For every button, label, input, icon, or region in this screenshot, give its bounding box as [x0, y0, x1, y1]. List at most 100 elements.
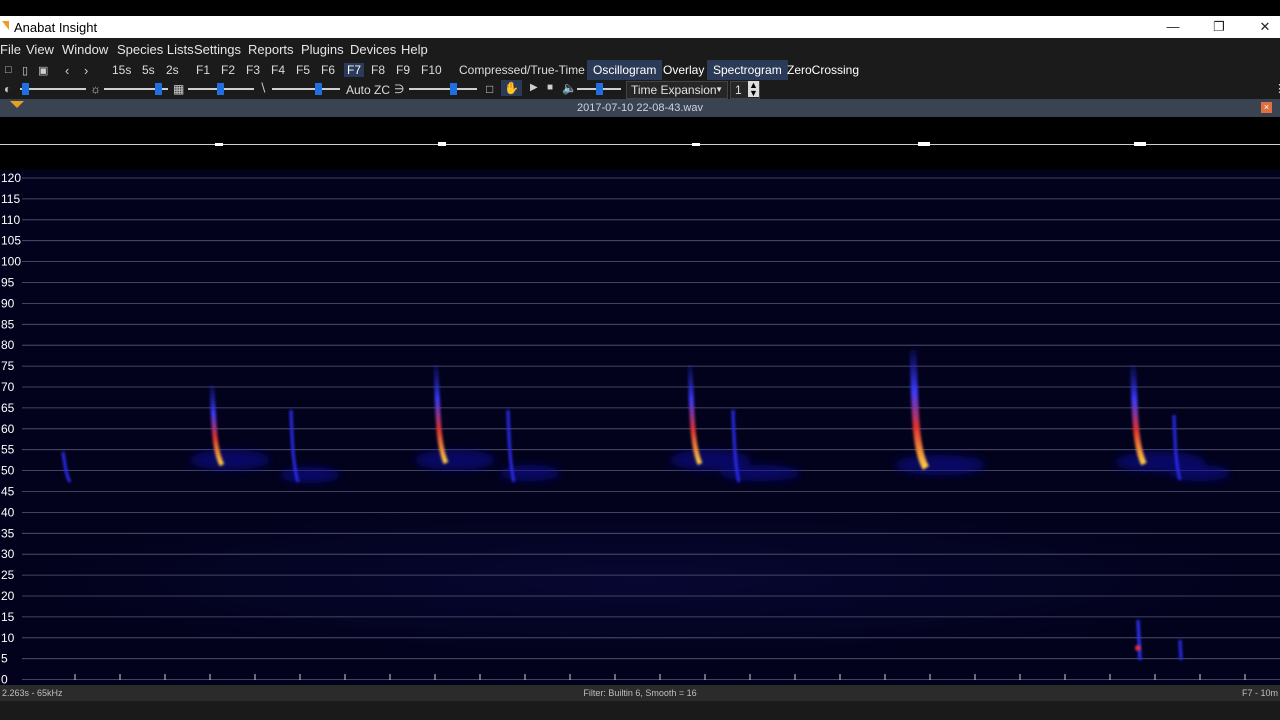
- slider-knob[interactable]: [21, 83, 29, 95]
- frequency-label: 45: [1, 485, 15, 499]
- toolbar-overflow-icon[interactable]: ⋮: [1274, 82, 1280, 95]
- slider-knob[interactable]: [450, 83, 458, 95]
- expansion-mode-select[interactable]: Time Expansion ▼: [626, 81, 728, 99]
- frequency-label: 30: [1, 547, 15, 561]
- slider-knob[interactable]: [154, 83, 162, 95]
- status-view-key: F7 - 10m: [1241, 688, 1278, 698]
- menu-view[interactable]: View: [26, 42, 54, 57]
- stepper-arrows-icon[interactable]: ▲ ▼: [748, 81, 759, 98]
- app-logo-icon: [2, 21, 9, 30]
- filter-slider[interactable]: [188, 83, 254, 95]
- f7-button[interactable]: F7: [344, 63, 365, 77]
- menu-window[interactable]: Window: [62, 42, 108, 57]
- close-button[interactable]: ✕: [1242, 16, 1280, 38]
- oscillogram-panel[interactable]: [0, 117, 1280, 170]
- sensitivity-slider[interactable]: [409, 83, 477, 95]
- oscillogram-peak: [438, 142, 446, 146]
- frequency-label: 40: [1, 505, 15, 519]
- frequency-label: 90: [1, 296, 15, 310]
- frequency-label: 100: [1, 255, 21, 269]
- brightness-icon: ☼: [90, 82, 101, 96]
- frequency-label: 85: [1, 317, 15, 331]
- menu-plugins[interactable]: Plugins: [301, 42, 344, 57]
- slider-knob[interactable]: [596, 83, 603, 95]
- brightness-slider[interactable]: [104, 83, 168, 95]
- zerocrossing-view-button[interactable]: ZeroCrossing: [781, 60, 865, 80]
- hand-tool-icon[interactable]: ✋: [501, 80, 522, 96]
- f4-button[interactable]: F4: [271, 63, 285, 77]
- frequency-label: 120: [1, 171, 21, 185]
- f5-button[interactable]: F5: [296, 63, 310, 77]
- f3-button[interactable]: F3: [246, 63, 260, 77]
- status-filter: Filter: Builtin 6, Smooth = 16: [583, 688, 697, 698]
- frequency-label: 80: [1, 338, 15, 352]
- echo-call: [1178, 639, 1183, 661]
- frequency-label: 115: [1, 192, 20, 206]
- f1-button[interactable]: F1: [196, 63, 210, 77]
- status-bar: 2.263s - 65kHz Filter: Builtin 6, Smooth…: [0, 685, 1280, 701]
- oscillogram-peak: [918, 142, 930, 146]
- volume-slider[interactable]: [577, 83, 621, 95]
- frequency-label: 65: [1, 401, 15, 415]
- minimize-button[interactable]: —: [1150, 16, 1196, 38]
- spectrogram-panel[interactable]: 1201151101051009590858075706560555045403…: [0, 170, 1280, 685]
- f10-button[interactable]: F10: [421, 63, 442, 77]
- frequency-label: 75: [1, 359, 15, 373]
- f9-button[interactable]: F9: [396, 63, 410, 77]
- chevron-down-icon: ▼: [715, 85, 723, 94]
- file-name: 2017-07-10 22-08-43.wav: [577, 102, 703, 114]
- previous-file-icon[interactable]: ‹: [65, 63, 69, 78]
- next-file-icon[interactable]: ›: [84, 63, 88, 78]
- slider-knob[interactable]: [216, 83, 224, 95]
- menu-species-lists[interactable]: Species Lists: [117, 42, 194, 57]
- f6-button[interactable]: F6: [321, 63, 335, 77]
- slider-knob[interactable]: [314, 83, 322, 95]
- file-title-bar: 2017-07-10 22-08-43.wav ×: [0, 99, 1280, 117]
- filter-icon: ▦: [173, 82, 185, 96]
- stop-icon[interactable]: ■: [547, 82, 553, 93]
- menu-file[interactable]: File: [0, 42, 21, 57]
- spectrogram-noise-band: [0, 500, 1280, 660]
- frequency-label: 5: [1, 652, 8, 666]
- smooth-slider[interactable]: [272, 83, 340, 95]
- frequency-label: 70: [1, 380, 15, 394]
- f8-button[interactable]: F8: [371, 63, 385, 77]
- auto-zc-label[interactable]: Auto ZC: [346, 83, 390, 97]
- span-2s-button[interactable]: 2s: [166, 63, 179, 77]
- menu-reports[interactable]: Reports: [248, 42, 294, 57]
- menu-settings[interactable]: Settings: [194, 42, 241, 57]
- span-5s-button[interactable]: 5s: [142, 63, 155, 77]
- menu-devices[interactable]: Devices: [350, 42, 396, 57]
- new-file-icon[interactable]: ▯: [22, 64, 28, 77]
- f2-button[interactable]: F2: [221, 63, 235, 77]
- play-icon[interactable]: ▶: [530, 82, 538, 93]
- display-controls-bar: ◐ ☼ ▦ ∖ Auto ZC ∋ □ ✋ ▶ ■ 🔈 Time Expansi…: [0, 80, 1280, 99]
- window-title: Anabat Insight: [14, 20, 98, 35]
- frequency-label: 50: [1, 464, 15, 478]
- frequency-label: 25: [1, 568, 15, 582]
- expansion-mode-value: Time Expansion: [631, 83, 717, 97]
- close-file-icon[interactable]: ×: [1261, 102, 1272, 113]
- frequency-label: 60: [1, 422, 15, 436]
- menu-bar: File View Window Species Lists Settings …: [0, 38, 1280, 60]
- frequency-label: 55: [1, 443, 15, 457]
- compressed-true-time-toggle[interactable]: Compressed/True-Time: [459, 63, 585, 77]
- frequency-label: 0: [1, 673, 8, 685]
- frequency-label: 35: [1, 526, 15, 540]
- contrast-slider[interactable]: [20, 83, 86, 95]
- overlay-view-button[interactable]: Overlay: [657, 60, 710, 80]
- title-bar: Anabat Insight — ❐ ✕: [0, 16, 1280, 38]
- restore-button[interactable]: ❐: [1196, 16, 1242, 38]
- span-15s-button[interactable]: 15s: [112, 63, 131, 77]
- frequency-label: 10: [1, 631, 15, 645]
- frequency-label: 110: [1, 213, 20, 227]
- save-icon[interactable]: ▣: [38, 64, 48, 77]
- spectrogram-view-button[interactable]: Spectrogram: [707, 60, 788, 80]
- oscillogram-view-button[interactable]: Oscillogram: [587, 60, 663, 80]
- menu-help[interactable]: Help: [401, 42, 428, 57]
- select-tool-icon[interactable]: □: [486, 82, 493, 96]
- volume-icon: 🔈: [562, 81, 577, 95]
- horizontal-scrollbar[interactable]: [0, 701, 1280, 720]
- oscillogram-trace: [0, 144, 1280, 145]
- open-folder-icon[interactable]: □: [5, 64, 12, 76]
